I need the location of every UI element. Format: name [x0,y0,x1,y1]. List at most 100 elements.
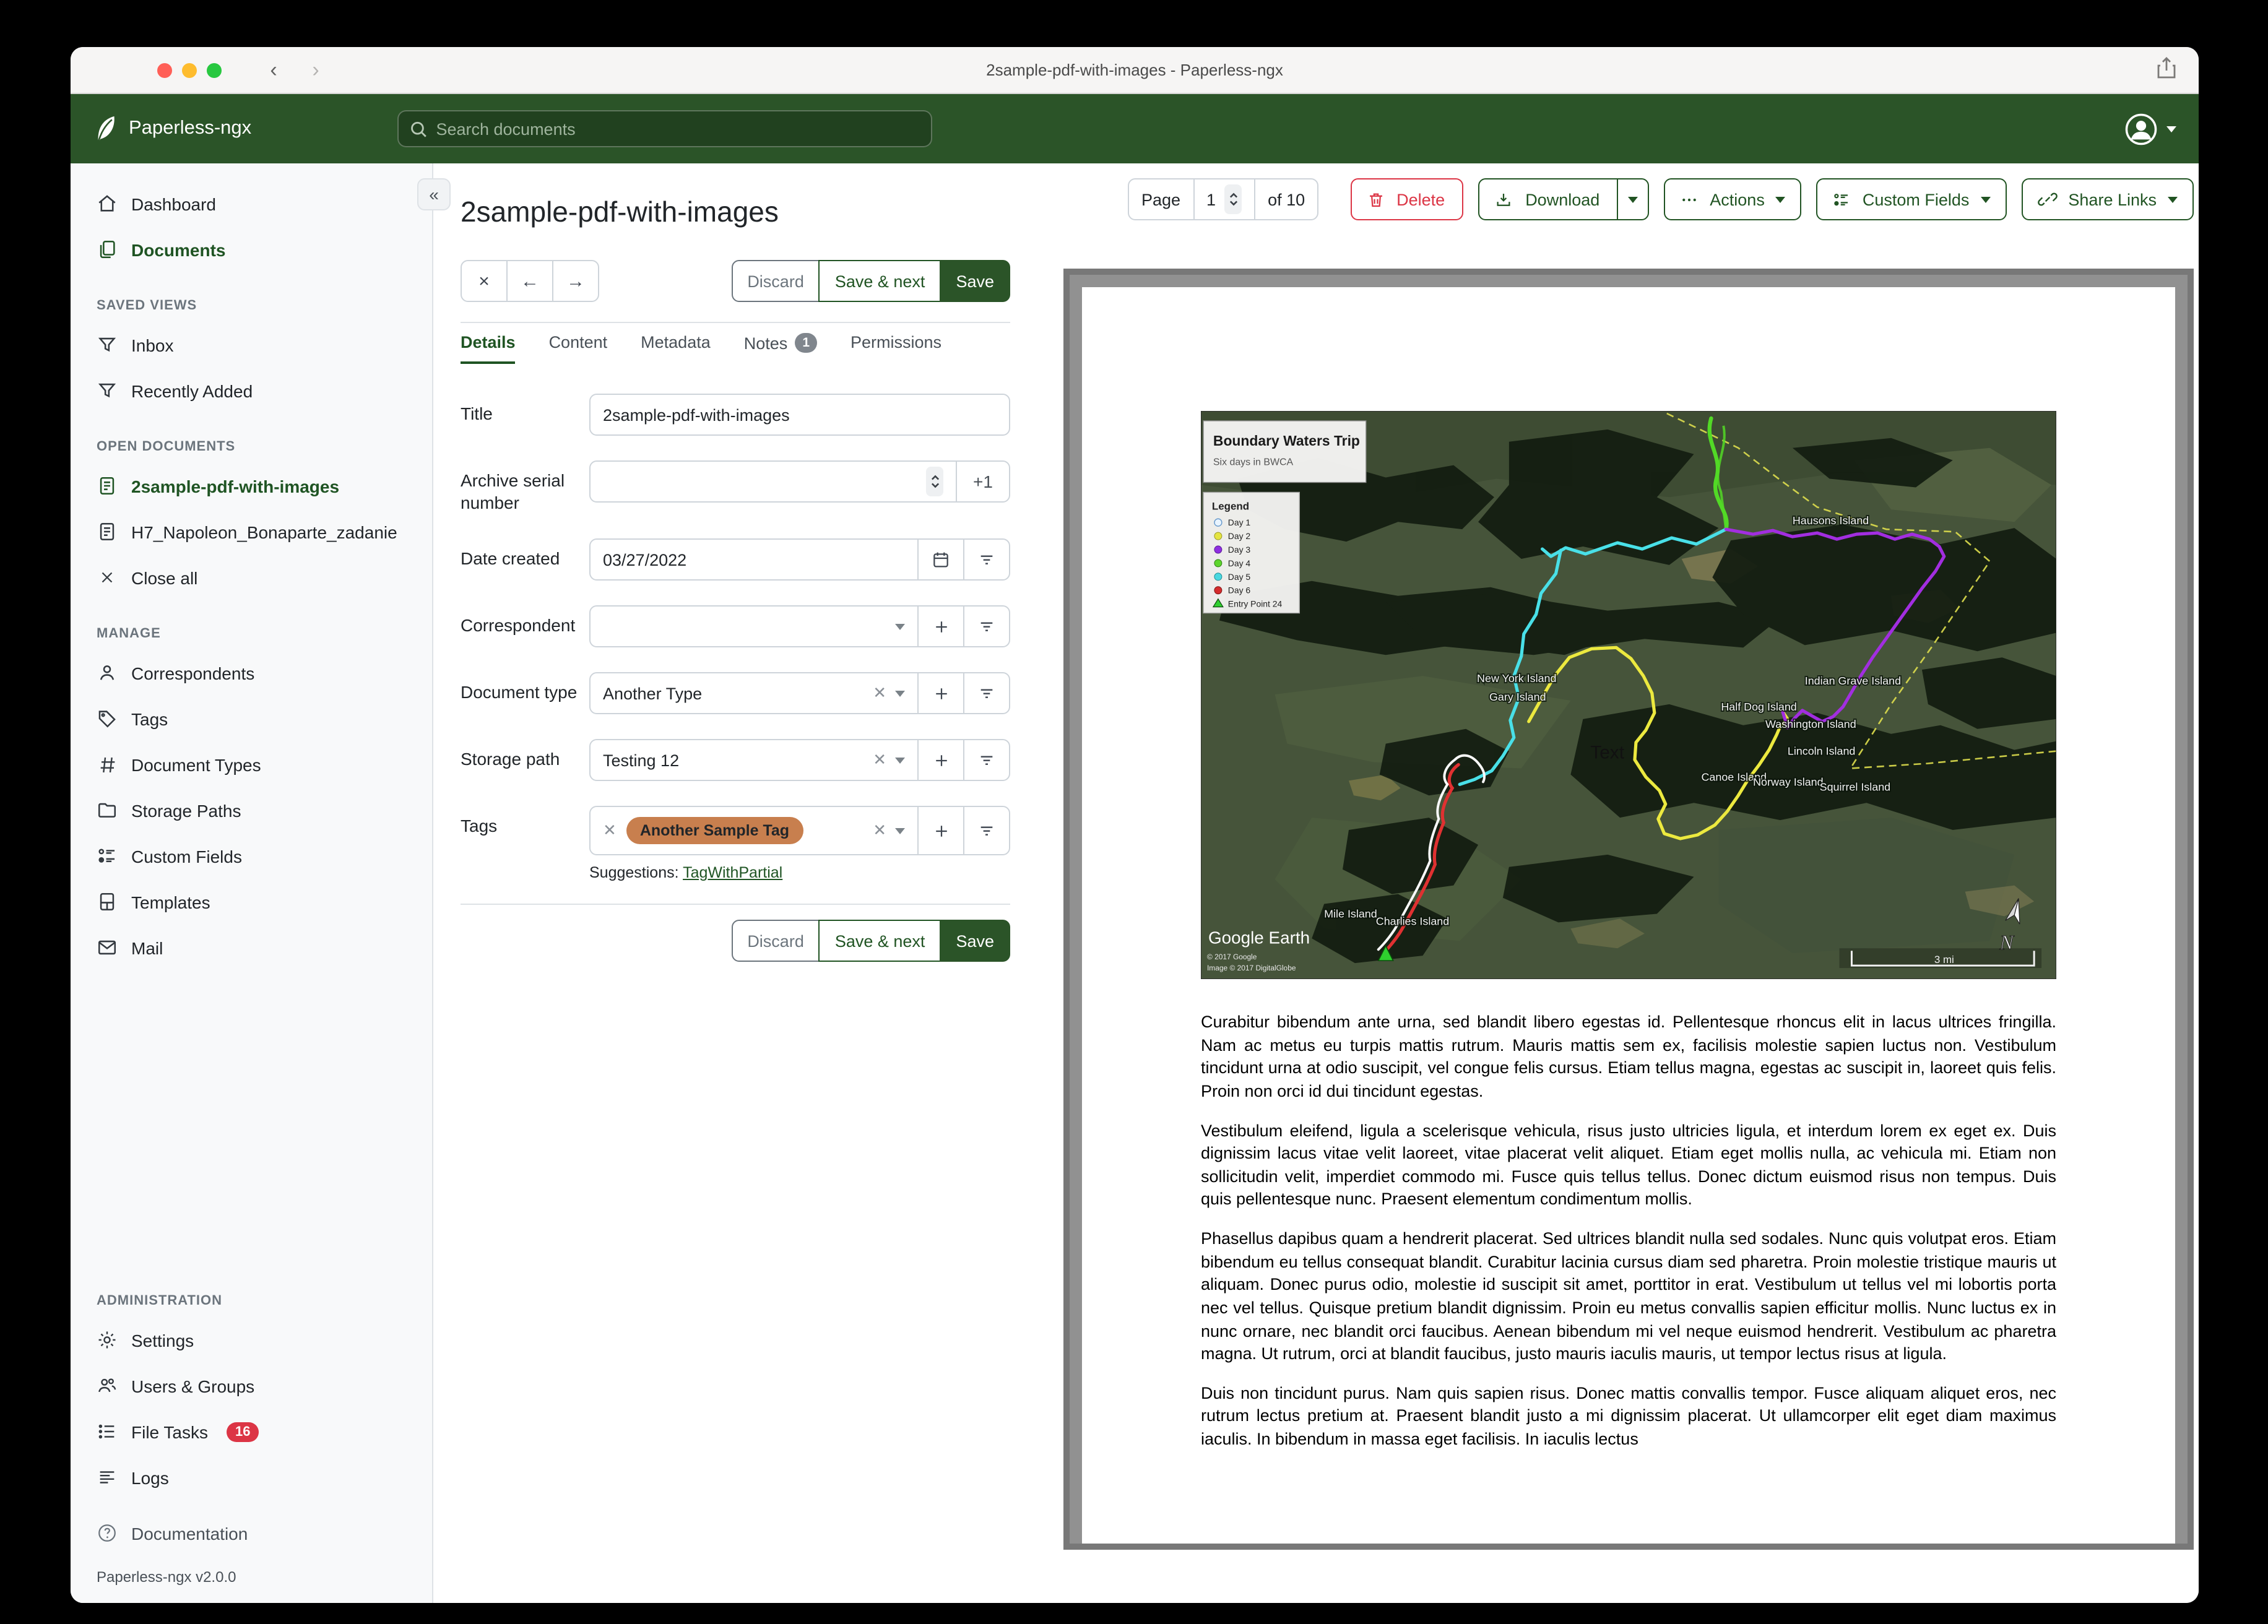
date-filter-icon[interactable] [963,538,1010,581]
next-document-button[interactable]: → [552,260,599,302]
clear-icon[interactable]: ✕ [873,821,886,840]
number-stepper[interactable] [926,467,943,496]
share-links-button[interactable]: Share Links [2021,178,2194,220]
page-stepper[interactable] [1224,184,1242,214]
page-input-cell[interactable]: 1 [1193,179,1254,219]
file-text-icon [97,475,118,496]
sidebar-item-open-doc-2[interactable]: H7_Napoleon_Bonaparte_zadanie [71,509,420,555]
doctype-filter-icon[interactable] [963,672,1010,714]
actions-button[interactable]: Actions [1664,178,1802,220]
share-icon[interactable] [2157,57,2176,85]
delete-button[interactable]: Delete [1351,178,1464,220]
chevron-down-icon [895,623,905,629]
add-tag-button[interactable] [917,806,964,855]
minimize-window-button[interactable] [182,63,197,78]
doctype-select[interactable]: Another Type ✕ [589,672,919,714]
search-bar[interactable] [397,110,932,147]
correspondent-select[interactable] [589,605,919,647]
user-menu[interactable] [2124,112,2176,145]
sidebar-item-settings[interactable]: Settings [71,1317,420,1363]
sidebar-item-tags[interactable]: Tags [71,696,420,741]
save-button[interactable]: Save [940,920,1010,962]
discard-button[interactable]: Discard [731,260,820,302]
title-input[interactable] [603,405,997,424]
add-doctype-button[interactable] [917,672,964,714]
sidebar-item-close-all[interactable]: Close all [71,555,420,600]
correspondent-filter-icon[interactable] [963,605,1010,647]
svg-text:Day 6: Day 6 [1228,585,1251,595]
tags-filter-icon[interactable] [963,806,1010,855]
doc-nav-group: × ← → [461,260,599,302]
asn-input[interactable] [603,472,926,491]
save-group-top: Discard Save & next Save [731,260,1010,302]
sidebar-item-label: Logs [131,1467,169,1487]
sidebar-item-templates[interactable]: Templates [71,879,420,925]
date-created-input[interactable] [603,550,905,569]
sidebar-item-inbox[interactable]: Inbox [71,322,420,368]
search-input[interactable] [436,119,920,138]
tags-field-label: Tags [461,816,498,836]
question-circle-icon [97,1522,118,1544]
download-icon [1497,193,1510,205]
pdf-paragraph: Duis non tincidunt purus. Nam quis sapie… [1201,1383,2056,1449]
browser-back-icon[interactable]: ‹ [259,56,288,85]
storage-select[interactable]: Testing 12 ✕ [589,739,919,781]
sidebar-item-documents[interactable]: Documents [71,227,420,272]
clear-icon[interactable]: ✕ [873,683,886,703]
sidebar-item-correspondents[interactable]: Correspondents [71,650,420,696]
calendar-icon[interactable] [917,538,964,581]
suggestion-link[interactable]: TagWithPartial [683,864,782,881]
sidebar-item-document-types[interactable]: Document Types [71,741,420,787]
tab-details[interactable]: Details [461,333,516,364]
tag-icon [97,708,118,729]
save-button[interactable]: Save [940,260,1010,302]
map-label: Mile Island [1324,907,1377,920]
save-next-button[interactable]: Save & next [818,260,941,302]
browser-forward-icon[interactable]: › [301,56,331,85]
storage-filter-icon[interactable] [963,739,1010,781]
discard-button[interactable]: Discard [731,920,820,962]
tab-permissions[interactable]: Permissions [850,333,941,361]
previous-document-button[interactable]: ← [506,260,553,302]
download-menu-button[interactable] [1617,178,1650,220]
sidebar-item-open-doc-1[interactable]: 2sample-pdf-with-images [71,463,420,509]
save-next-button[interactable]: Save & next [818,920,941,962]
close-window-button[interactable] [157,63,172,78]
sidebar-item-dashboard[interactable]: Dashboard [71,181,420,227]
clear-icon[interactable]: ✕ [873,750,886,770]
sidebar-item-documentation[interactable]: Documentation [71,1510,420,1556]
pdf-viewer[interactable]: Hausons Island New York Island Gary Isla… [1063,269,2194,1550]
brand[interactable]: Paperless-ngx [71,114,397,144]
sidebar-item-custom-fields[interactable]: Custom Fields [71,833,420,879]
storage-value: Testing 12 [603,751,680,769]
sidebar-item-logs[interactable]: Logs [71,1454,420,1500]
custom-fields-icon [97,845,118,866]
sidebar-section-saved-views: SAVED VIEWS [97,298,197,313]
add-storage-button[interactable] [917,739,964,781]
sidebar-item-file-tasks[interactable]: File Tasks 16 [71,1409,420,1454]
save-group-bottom: Discard Save & next Save [731,920,1010,962]
zoom-window-button[interactable] [207,63,222,78]
tab-notes[interactable]: Notes 1 [744,333,817,363]
date-field-label: Date created [461,548,560,568]
custom-fields-button[interactable]: Custom Fields [1816,178,2007,220]
app-version: Paperless-ngx v2.0.0 [97,1568,236,1586]
asn-field-label: Archive serial number [461,470,565,512]
logs-icon [97,1467,118,1488]
tab-content[interactable]: Content [549,333,608,361]
close-document-button[interactable]: × [461,260,508,302]
download-button[interactable]: Download [1478,178,1619,220]
tab-metadata[interactable]: Metadata [641,333,711,361]
sidebar-item-users-groups[interactable]: Users & Groups [71,1363,420,1409]
sidebar-collapse-button[interactable]: « [417,178,451,210]
tags-select[interactable]: ✕ Another Sample Tag ✕ [589,806,919,855]
add-correspondent-button[interactable] [917,605,964,647]
map-credit: © 2017 Google [1207,952,1257,961]
sidebar-item-mail[interactable]: Mail [71,925,420,970]
asn-plus-one-button[interactable]: +1 [956,460,1010,503]
sidebar-item-recently-added[interactable]: Recently Added [71,368,420,413]
remove-tag-icon[interactable]: ✕ [603,821,617,840]
tag-chip[interactable]: Another Sample Tag [626,817,803,844]
svg-text:Legend: Legend [1212,500,1249,512]
sidebar-item-storage-paths[interactable]: Storage Paths [71,787,420,833]
